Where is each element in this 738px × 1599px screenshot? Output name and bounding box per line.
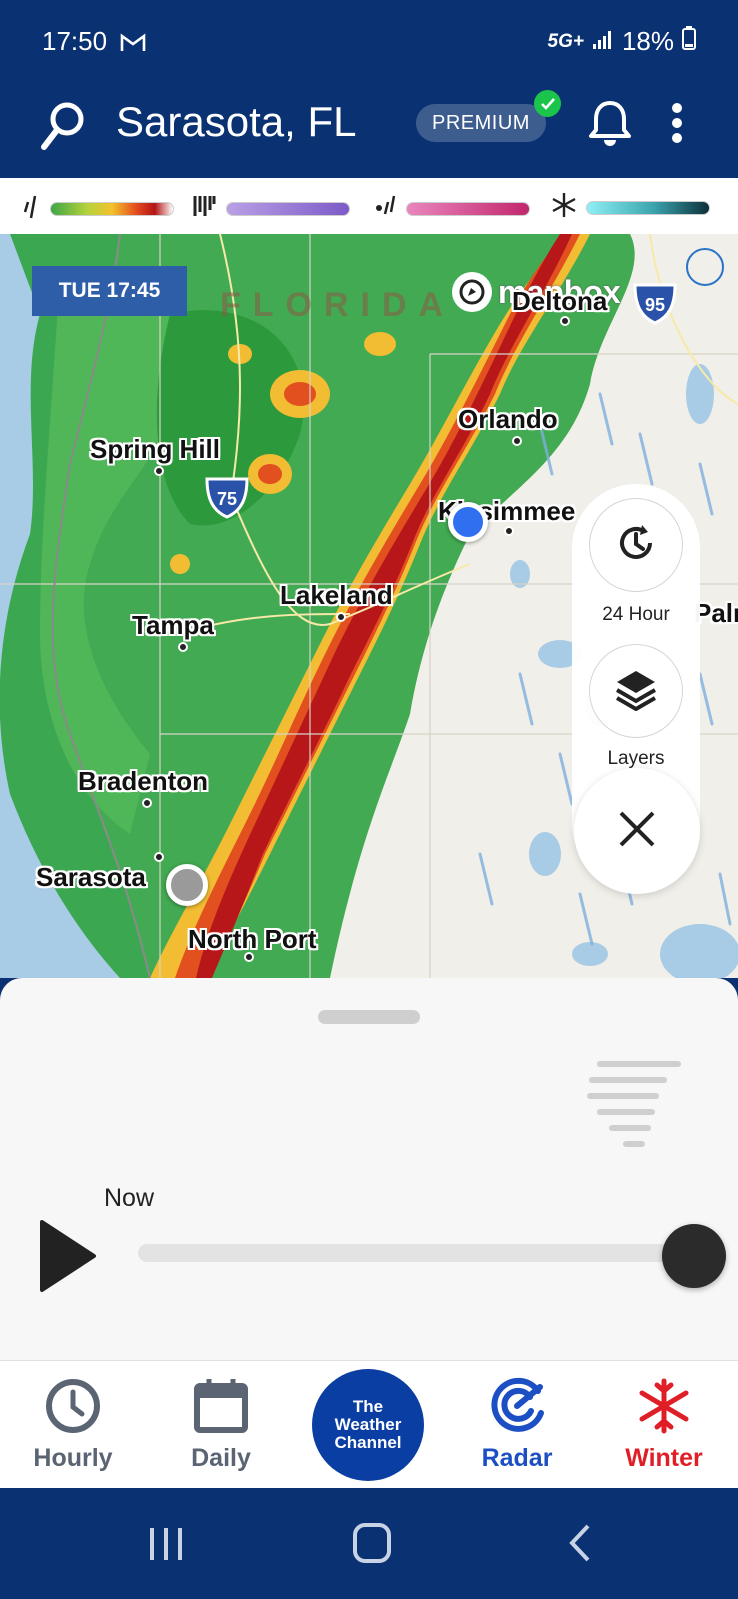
battery-level: 18% bbox=[621, 26, 674, 56]
current-location-marker[interactable] bbox=[448, 502, 488, 542]
city-dot bbox=[512, 436, 522, 446]
tab-daily[interactable]: Daily bbox=[161, 1377, 281, 1473]
premium-label: PREMIUM bbox=[432, 111, 530, 134]
info-icon[interactable] bbox=[686, 248, 724, 286]
rain-scale bbox=[50, 201, 174, 216]
status-time: 17:50 bbox=[42, 26, 108, 56]
city-dot bbox=[178, 642, 188, 652]
city-dot bbox=[142, 798, 152, 808]
timeline-now-label: Now bbox=[104, 1184, 155, 1212]
status-right: 5G+ 18% bbox=[547, 26, 696, 57]
radar-map[interactable]: FLORIDA TUE 17:45 mapbox 95 75 Deltona O… bbox=[0, 234, 738, 978]
legend-snow bbox=[552, 192, 710, 223]
mix-icon bbox=[192, 192, 216, 225]
mapbox-logo-icon bbox=[452, 272, 492, 312]
city-dot bbox=[504, 526, 514, 536]
highway-95-label: 95 bbox=[645, 295, 665, 315]
ice-scale bbox=[406, 201, 530, 216]
timeline-slider-thumb[interactable] bbox=[662, 1224, 726, 1288]
screen: 17:50 5G+ 18% Sarasota, FL PREMIUM FLORI… bbox=[0, 0, 738, 1599]
bottom-tab-bar: Hourly Daily The Weather Channel Radar W… bbox=[0, 1360, 738, 1488]
city-bradenton: Bradenton bbox=[78, 766, 208, 796]
city-palm: Palm bbox=[694, 598, 738, 628]
more-vert-icon[interactable] bbox=[670, 102, 684, 149]
city-deltona: Deltona bbox=[512, 286, 608, 316]
gmail-icon bbox=[120, 33, 146, 58]
radar-timestamp: TUE 17:45 bbox=[32, 266, 187, 316]
timeline-slider-track[interactable] bbox=[138, 1244, 698, 1262]
state-label: FLORIDA bbox=[220, 286, 456, 324]
brand-line-1: The bbox=[352, 1397, 384, 1416]
highway-75-label: 75 bbox=[217, 489, 237, 509]
mix-scale bbox=[226, 201, 350, 216]
layers-button[interactable] bbox=[589, 644, 683, 738]
city-dot bbox=[154, 466, 164, 476]
location-title[interactable]: Sarasota, FL bbox=[116, 98, 356, 146]
tab-radar[interactable]: Radar bbox=[457, 1377, 577, 1473]
history-icon bbox=[614, 521, 658, 570]
legend-mix bbox=[192, 192, 350, 225]
close-icon bbox=[617, 809, 657, 854]
loading-lines-icon bbox=[586, 1058, 682, 1155]
precip-legend bbox=[0, 178, 738, 234]
weather-channel-logo[interactable]: The Weather Channel bbox=[312, 1369, 424, 1481]
tab-hourly[interactable]: Hourly bbox=[13, 1377, 133, 1473]
signal-icon bbox=[592, 26, 614, 57]
layers-label: Layers bbox=[607, 748, 665, 769]
play-button[interactable] bbox=[36, 1218, 98, 1299]
back-icon[interactable] bbox=[566, 1522, 594, 1569]
city-dot bbox=[244, 952, 254, 962]
rain-icon bbox=[23, 192, 40, 225]
snowflake-icon bbox=[635, 1378, 693, 1439]
highway-95-shield: 95 bbox=[632, 282, 678, 326]
close-button[interactable] bbox=[574, 768, 700, 894]
calendar-icon bbox=[192, 1379, 250, 1439]
saved-location-marker[interactable] bbox=[166, 864, 208, 906]
search-icon[interactable] bbox=[40, 100, 86, 157]
brand-line-2: Weather bbox=[334, 1415, 402, 1434]
city-tampa: Tampa bbox=[132, 610, 214, 640]
premium-badge[interactable]: PREMIUM bbox=[416, 104, 546, 142]
tab-winter[interactable]: Winter bbox=[604, 1377, 724, 1473]
clock-icon bbox=[44, 1379, 102, 1439]
city-lakeland: Lakeland bbox=[280, 580, 393, 610]
tab-hourly-label: Hourly bbox=[33, 1444, 113, 1472]
system-nav-bar bbox=[0, 1488, 738, 1599]
layers-icon bbox=[613, 667, 659, 716]
city-sarasota: Sarasota bbox=[36, 862, 146, 892]
recents-icon[interactable] bbox=[146, 1524, 186, 1569]
highway-75-shield: 75 bbox=[204, 476, 250, 520]
bell-icon[interactable] bbox=[588, 98, 632, 153]
status-bar: 17:50 5G+ 18% bbox=[0, 0, 738, 82]
ice-icon bbox=[374, 192, 396, 225]
check-icon bbox=[534, 90, 561, 117]
tab-winter-label: Winter bbox=[625, 1444, 703, 1472]
snow-icon bbox=[552, 192, 576, 223]
home-icon[interactable] bbox=[352, 1522, 392, 1569]
city-dot bbox=[336, 612, 346, 622]
tab-daily-label: Daily bbox=[191, 1444, 251, 1472]
time-range-label: 24 Hour bbox=[602, 604, 670, 625]
city-spring-hill: Spring Hill bbox=[90, 434, 220, 464]
legend-ice bbox=[374, 192, 530, 225]
time-range-button[interactable] bbox=[589, 498, 683, 592]
network-type: 5G+ bbox=[547, 30, 584, 52]
city-dot bbox=[154, 852, 164, 862]
app-header: Sarasota, FL PREMIUM bbox=[0, 82, 738, 178]
brand-line-3: Channel bbox=[334, 1433, 402, 1452]
playback-sheet: Now bbox=[0, 978, 738, 1360]
city-dot bbox=[560, 316, 570, 326]
snow-scale bbox=[586, 200, 710, 215]
sheet-drag-handle[interactable] bbox=[318, 1010, 420, 1024]
city-north-port: North Port bbox=[188, 924, 317, 954]
legend-rain bbox=[23, 192, 174, 225]
radar-icon bbox=[488, 1377, 546, 1439]
battery-icon bbox=[682, 26, 696, 57]
tab-radar-label: Radar bbox=[481, 1444, 553, 1472]
city-orlando: Orlando bbox=[458, 404, 558, 434]
